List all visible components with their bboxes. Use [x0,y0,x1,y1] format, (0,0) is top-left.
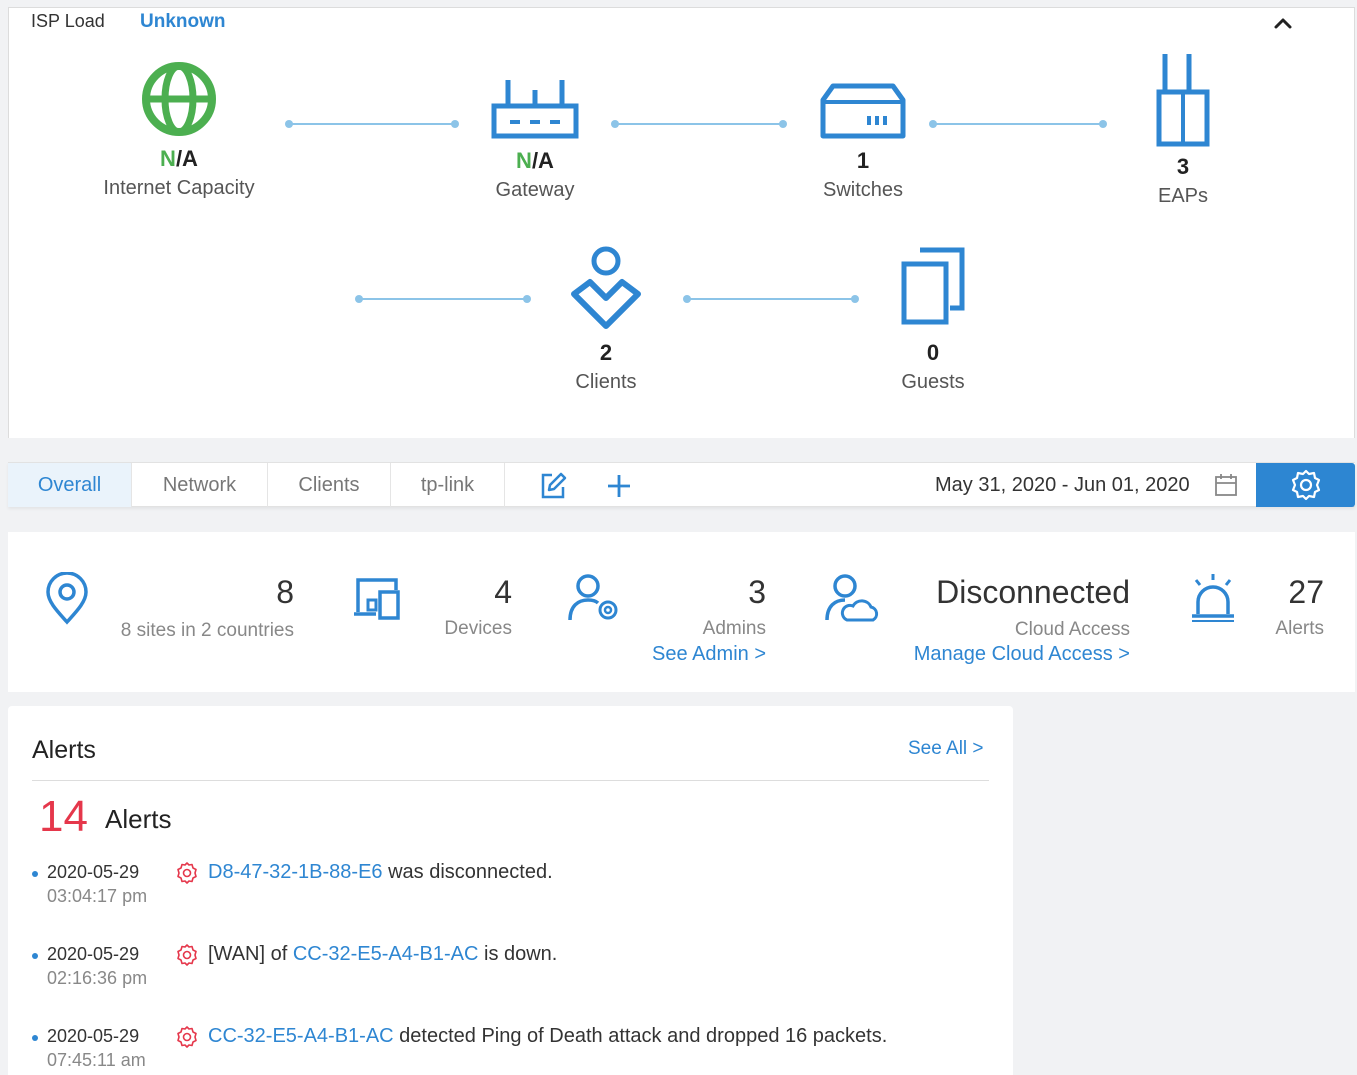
switches-label: Switches [822,179,904,201]
alert-time: 07:45:11 am [47,1050,146,1070]
internet-capacity-label: Internet Capacity [103,177,255,199]
bullet-dot [32,953,38,959]
edit-icon[interactable] [538,471,568,501]
globe-icon [142,62,216,136]
date-range-picker[interactable]: May 31, 2020 - Jun 01, 2020 [935,463,1190,507]
cloud-user-icon [825,574,879,622]
switch-icon [820,83,906,139]
alert-time: 02:16:36 pm [47,968,148,988]
admin-settings-icon [568,574,618,621]
calendar-icon[interactable] [1214,473,1238,497]
alert-item: 2020-05-29 03:04:17 pm D8-47-32-1B-88-E6… [32,861,992,922]
alerts-count: 14 [39,792,88,841]
eaps-label: EAPs [1157,185,1209,207]
devices-icon [354,578,400,620]
topology-panel: ISP Load Unknown N/A Internet Capacity N… [8,7,1355,438]
tab-network[interactable]: Network [132,463,268,507]
alert-message: CC-32-E5-A4-B1-AC detected Ping of Death… [208,1025,888,1047]
node-switches[interactable]: 1 Switches [753,82,973,202]
see-all-link[interactable]: See All > [908,738,984,760]
bullet-dot [32,1035,38,1041]
access-point-icon [1156,54,1210,147]
see-admin-link[interactable]: See Admin > [608,643,766,666]
sites-count: 8 [276,574,294,610]
router-icon [491,80,579,139]
isp-load-value: Unknown [140,11,226,32]
alert-message: D8-47-32-1B-88-E6 was disconnected. [208,861,553,883]
manage-cloud-access-link[interactable]: Manage Cloud Access > [868,643,1130,666]
clients-value: 2 [599,340,613,365]
alerts-card: Alerts See All > 14 Alerts 2020-05-29 03… [8,706,1013,1075]
user-icon [571,246,641,329]
gateway-label: Gateway [495,179,575,201]
alert-time: 03:04:17 pm [47,886,148,906]
device-link[interactable]: CC-32-E5-A4-B1-AC [208,1025,394,1047]
node-gateway[interactable]: N/A Gateway [425,76,645,202]
alerts-card-title: Alerts [32,736,96,764]
tab-clients[interactable]: Clients [268,463,391,507]
alerts-count-label: Alerts [105,804,172,834]
isp-load-label: ISP Load [31,11,105,31]
divider [32,780,989,781]
devices-count: 4 [494,574,512,610]
switches-value: 1 [856,148,870,173]
sites-summary: 8 sites in 2 countries [120,620,294,641]
tab-tp-link[interactable]: tp-link [391,463,505,507]
cloud-access-label: Cloud Access [1014,619,1130,640]
node-eaps[interactable]: 3 EAPs [1073,52,1293,208]
internet-capacity-value: N/A [160,146,198,171]
bullet-dot [32,871,38,877]
alert-date: 2020-05-29 [47,1026,140,1046]
guests-label: Guests [901,371,965,393]
node-guests[interactable]: 0 Guests [823,246,1043,394]
admins-count: 3 [748,574,766,610]
settings-button[interactable] [1256,463,1355,507]
cloud-access-status: Disconnected [936,574,1130,610]
alarm-icon [1192,574,1234,622]
alerts-total-label: Alerts [1275,618,1324,639]
alert-item: 2020-05-29 07:45:11 am CC-32-E5-A4-B1-AC… [32,1025,992,1075]
location-pin-icon [46,572,88,625]
dashboard-tabbar: Overall Network Clients tp-link May 31, … [8,462,1355,507]
alert-date: 2020-05-29 [47,944,140,964]
node-internet[interactable]: N/A Internet Capacity [69,60,289,200]
guests-value: 0 [926,340,940,365]
alert-item: 2020-05-29 02:16:36 pm [WAN] of CC-32-E5… [32,943,992,1004]
alert-message: [WAN] of CC-32-E5-A4-B1-AC is down. [208,943,558,965]
tab-overall[interactable]: Overall [8,463,132,507]
alert-date: 2020-05-29 [47,862,140,882]
guests-icon [901,247,965,325]
eaps-value: 3 [1176,154,1190,179]
admins-label: Admins [702,618,766,639]
device-link[interactable]: D8-47-32-1B-88-E6 [208,861,383,883]
node-clients[interactable]: 2 Clients [496,246,716,394]
stats-strip: 8 8 sites in 2 countries 4 Devices 3 Adm… [8,532,1355,692]
clients-label: Clients [575,371,637,393]
device-link[interactable]: CC-32-E5-A4-B1-AC [293,943,479,965]
alert-gear-icon [177,862,197,884]
gear-icon [1291,469,1320,501]
devices-label: Devices [444,618,512,639]
chevron-up-icon[interactable] [1270,11,1296,37]
alert-gear-icon [177,944,197,966]
alerts-total: 27 [1288,574,1324,610]
alert-gear-icon [177,1026,197,1048]
plus-icon[interactable] [604,471,634,501]
gateway-value: N/A [516,148,554,173]
